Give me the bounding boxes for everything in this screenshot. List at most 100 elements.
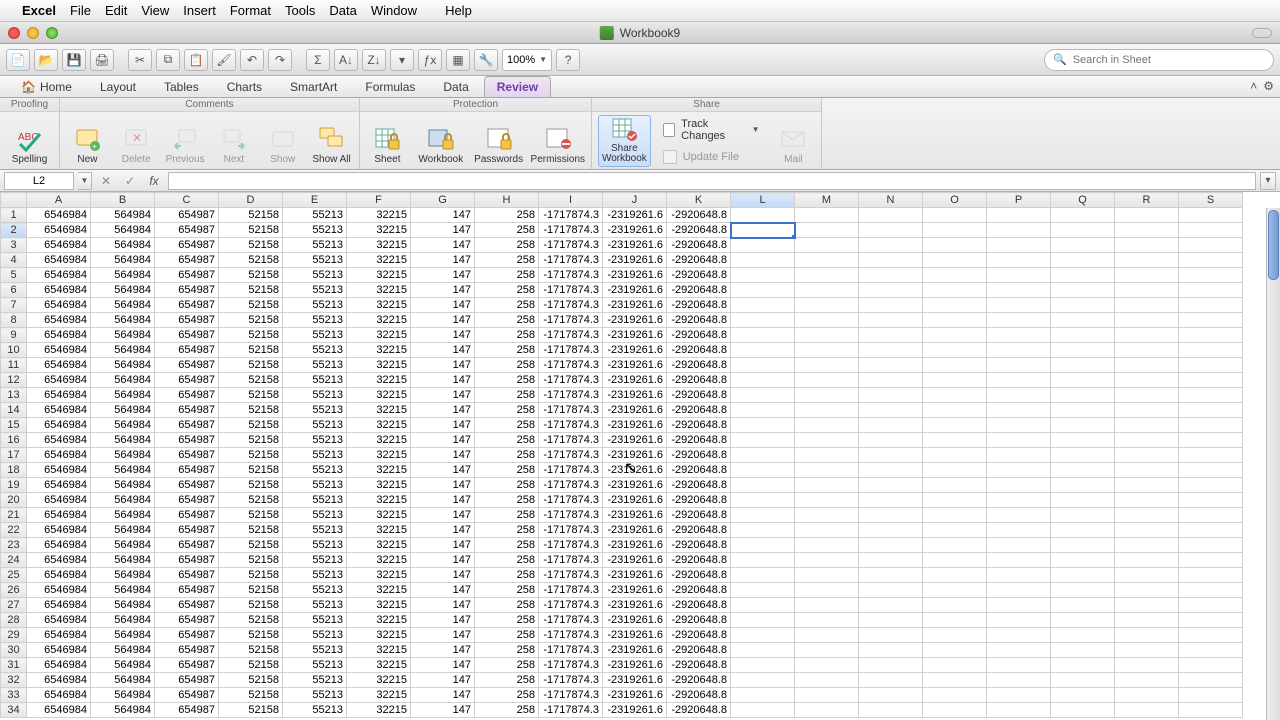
cell-S13[interactable]: [1179, 388, 1243, 403]
cell-K31[interactable]: -2920648.8: [667, 658, 731, 673]
cell-J25[interactable]: -2319261.6: [603, 568, 667, 583]
cell-Q31[interactable]: [1051, 658, 1115, 673]
cell-P6[interactable]: [987, 283, 1051, 298]
cell-R9[interactable]: [1115, 328, 1179, 343]
cell-D30[interactable]: 52158: [219, 643, 283, 658]
cell-Q10[interactable]: [1051, 343, 1115, 358]
cell-H12[interactable]: 258: [475, 373, 539, 388]
cell-C1[interactable]: 654987: [155, 208, 219, 223]
cell-H13[interactable]: 258: [475, 388, 539, 403]
cell-P33[interactable]: [987, 688, 1051, 703]
cell-K16[interactable]: -2920648.8: [667, 433, 731, 448]
row-header-3[interactable]: 3: [1, 238, 27, 253]
cell-C9[interactable]: 654987: [155, 328, 219, 343]
cell-P3[interactable]: [987, 238, 1051, 253]
cell-H10[interactable]: 258: [475, 343, 539, 358]
cell-S31[interactable]: [1179, 658, 1243, 673]
cell-I5[interactable]: -1717874.3: [539, 268, 603, 283]
zoom-window-button[interactable]: [46, 27, 58, 39]
cell-C14[interactable]: 654987: [155, 403, 219, 418]
cell-D15[interactable]: 52158: [219, 418, 283, 433]
cell-F20[interactable]: 32215: [347, 493, 411, 508]
cell-R25[interactable]: [1115, 568, 1179, 583]
search-input[interactable]: [1073, 54, 1265, 66]
cell-C31[interactable]: 654987: [155, 658, 219, 673]
cell-Q26[interactable]: [1051, 583, 1115, 598]
paste-button[interactable]: 📋: [184, 49, 208, 71]
cell-Q27[interactable]: [1051, 598, 1115, 613]
cell-J6[interactable]: -2319261.6: [603, 283, 667, 298]
cell-H15[interactable]: 258: [475, 418, 539, 433]
cell-A1[interactable]: 6546984: [27, 208, 91, 223]
cell-H2[interactable]: 258: [475, 223, 539, 238]
cell-A27[interactable]: 6546984: [27, 598, 91, 613]
enter-formula-button[interactable]: ✓: [120, 172, 140, 190]
cell-I30[interactable]: -1717874.3: [539, 643, 603, 658]
cell-I15[interactable]: -1717874.3: [539, 418, 603, 433]
cell-E31[interactable]: 55213: [283, 658, 347, 673]
cell-M20[interactable]: [795, 493, 859, 508]
tab-tables[interactable]: Tables: [151, 76, 212, 97]
col-header-C[interactable]: C: [155, 193, 219, 208]
cell-O11[interactable]: [923, 358, 987, 373]
cell-N20[interactable]: [859, 493, 923, 508]
cell-F34[interactable]: 32215: [347, 703, 411, 718]
cell-S16[interactable]: [1179, 433, 1243, 448]
cell-I2[interactable]: -1717874.3: [539, 223, 603, 238]
cell-O31[interactable]: [923, 658, 987, 673]
cell-P23[interactable]: [987, 538, 1051, 553]
cell-O25[interactable]: [923, 568, 987, 583]
cell-I14[interactable]: -1717874.3: [539, 403, 603, 418]
cell-Q21[interactable]: [1051, 508, 1115, 523]
cell-L31[interactable]: [731, 658, 795, 673]
cell-B8[interactable]: 564984: [91, 313, 155, 328]
cell-O32[interactable]: [923, 673, 987, 688]
row-header-28[interactable]: 28: [1, 613, 27, 628]
cell-I13[interactable]: -1717874.3: [539, 388, 603, 403]
cell-L21[interactable]: [731, 508, 795, 523]
cell-L6[interactable]: [731, 283, 795, 298]
cell-I12[interactable]: -1717874.3: [539, 373, 603, 388]
cell-I18[interactable]: -1717874.3: [539, 463, 603, 478]
cell-F10[interactable]: 32215: [347, 343, 411, 358]
cell-J29[interactable]: -2319261.6: [603, 628, 667, 643]
cell-L32[interactable]: [731, 673, 795, 688]
cell-B18[interactable]: 564984: [91, 463, 155, 478]
cell-F18[interactable]: 32215: [347, 463, 411, 478]
cell-H18[interactable]: 258: [475, 463, 539, 478]
cell-O13[interactable]: [923, 388, 987, 403]
cell-O7[interactable]: [923, 298, 987, 313]
cell-M6[interactable]: [795, 283, 859, 298]
cell-K11[interactable]: -2920648.8: [667, 358, 731, 373]
cell-I21[interactable]: -1717874.3: [539, 508, 603, 523]
cell-Q33[interactable]: [1051, 688, 1115, 703]
cell-M26[interactable]: [795, 583, 859, 598]
cell-L24[interactable]: [731, 553, 795, 568]
app-menu[interactable]: Excel: [22, 3, 56, 18]
cell-O22[interactable]: [923, 523, 987, 538]
cell-K25[interactable]: -2920648.8: [667, 568, 731, 583]
cell-M10[interactable]: [795, 343, 859, 358]
cell-B34[interactable]: 564984: [91, 703, 155, 718]
row-header-26[interactable]: 26: [1, 583, 27, 598]
row-header-16[interactable]: 16: [1, 433, 27, 448]
cell-I6[interactable]: -1717874.3: [539, 283, 603, 298]
collapse-ribbon-button[interactable]: ˄: [1250, 79, 1257, 93]
cell-P18[interactable]: [987, 463, 1051, 478]
cell-L7[interactable]: [731, 298, 795, 313]
cell-G22[interactable]: 147: [411, 523, 475, 538]
select-all-corner[interactable]: [1, 193, 27, 208]
cell-E33[interactable]: 55213: [283, 688, 347, 703]
cell-K29[interactable]: -2920648.8: [667, 628, 731, 643]
cell-P31[interactable]: [987, 658, 1051, 673]
cell-B28[interactable]: 564984: [91, 613, 155, 628]
cell-G3[interactable]: 147: [411, 238, 475, 253]
cell-N24[interactable]: [859, 553, 923, 568]
cell-D27[interactable]: 52158: [219, 598, 283, 613]
cell-F14[interactable]: 32215: [347, 403, 411, 418]
close-window-button[interactable]: [8, 27, 20, 39]
cell-Q7[interactable]: [1051, 298, 1115, 313]
cell-I10[interactable]: -1717874.3: [539, 343, 603, 358]
cell-B22[interactable]: 564984: [91, 523, 155, 538]
cell-N29[interactable]: [859, 628, 923, 643]
